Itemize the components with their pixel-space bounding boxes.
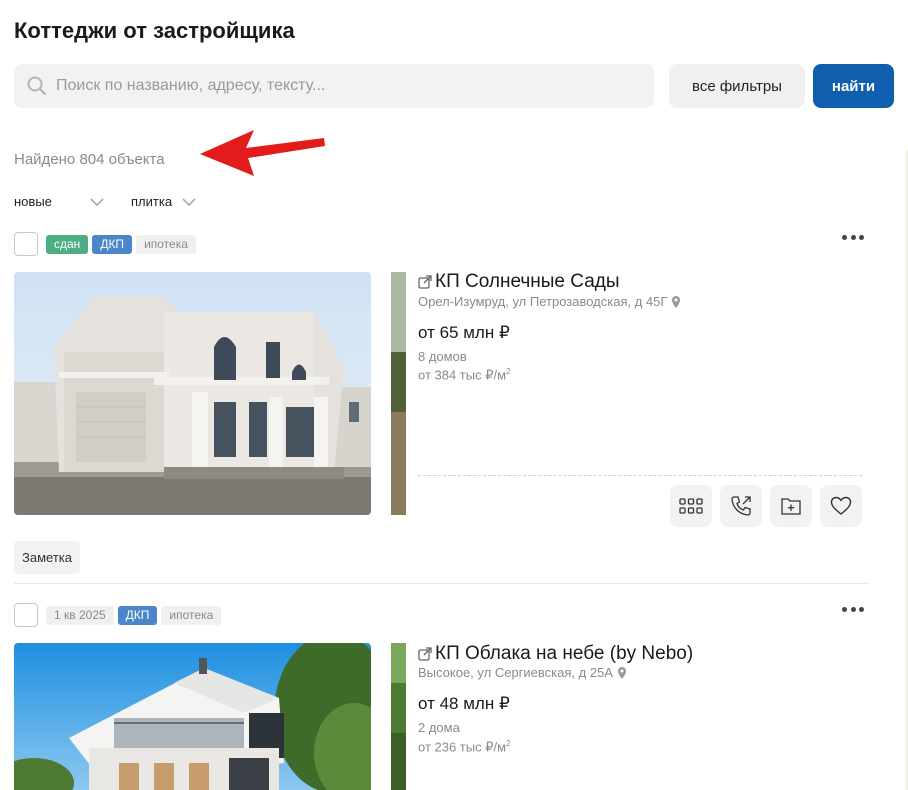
completion-badge: 1 кв 2025 bbox=[46, 605, 114, 625]
search-input[interactable] bbox=[56, 77, 636, 95]
add-to-folder-button[interactable] bbox=[770, 485, 812, 527]
select-checkbox[interactable] bbox=[14, 603, 38, 627]
mortgage-badge: ипотека bbox=[161, 605, 222, 625]
map-pin-icon[interactable] bbox=[617, 666, 627, 680]
listing-separator bbox=[14, 583, 869, 584]
listing-title-text: КП Облака на небе (by Nebo) bbox=[435, 643, 694, 664]
found-count: Найдено 804 объекта bbox=[14, 151, 165, 168]
search-icon bbox=[27, 76, 47, 96]
price-per-m2-text: от 384 тыс ₽/м bbox=[418, 367, 507, 383]
listing-price: от 48 млн ₽ bbox=[418, 694, 510, 713]
view-label: плитка bbox=[131, 194, 173, 209]
deal-badge: ДКП bbox=[92, 234, 133, 254]
listing-price: от 65 млн ₽ bbox=[418, 323, 510, 342]
chevron-down-icon bbox=[182, 198, 196, 206]
favorite-button[interactable] bbox=[820, 485, 862, 527]
status-badge: сдан bbox=[46, 234, 89, 254]
houses-count: 8 домов bbox=[418, 349, 467, 364]
listing-photo-secondary[interactable] bbox=[391, 643, 406, 790]
external-link-icon bbox=[418, 275, 432, 289]
listing-header: сдан ДКП ипотека bbox=[14, 232, 200, 256]
listing-title[interactable]: КП Облака на небе (by Nebo) bbox=[418, 643, 693, 665]
sort-select[interactable]: новые bbox=[14, 194, 104, 209]
price-per-m2: от 384 тыс ₽/м2 bbox=[418, 367, 511, 383]
price-per-m2: от 236 тыс ₽/м2 bbox=[418, 739, 511, 755]
grid-button[interactable] bbox=[670, 485, 712, 527]
listing-photo-secondary[interactable] bbox=[391, 272, 406, 515]
listing-photo[interactable] bbox=[14, 272, 371, 515]
phone-icon bbox=[731, 496, 751, 516]
listing-address: Высокое, ул Сергиевская, д 25А bbox=[418, 665, 627, 680]
price-per-m2-text: от 236 тыс ₽/м bbox=[418, 739, 507, 755]
heart-icon bbox=[830, 496, 852, 515]
listing-photo[interactable] bbox=[14, 643, 371, 790]
more-dots-icon[interactable] bbox=[842, 232, 864, 242]
price-per-m2-sup: 2 bbox=[506, 739, 511, 748]
view-select[interactable]: плитка bbox=[131, 194, 196, 209]
call-button[interactable] bbox=[720, 485, 762, 527]
listing-title-text: КП Солнечные Сады bbox=[435, 271, 620, 292]
houses-count: 2 дома bbox=[418, 720, 460, 735]
price-per-m2-sup: 2 bbox=[506, 367, 511, 376]
address-text: Высокое, ул Сергиевская, д 25А bbox=[418, 665, 613, 680]
listing-title[interactable]: КП Солнечные Сады bbox=[418, 271, 620, 293]
listing-address: Орел-Изумруд, ул Петрозаводская, д 45Г bbox=[418, 294, 681, 309]
map-pin-icon[interactable] bbox=[671, 295, 681, 309]
divider bbox=[418, 475, 862, 476]
external-link-icon bbox=[418, 647, 432, 661]
folder-add-icon bbox=[781, 498, 801, 515]
search-box[interactable] bbox=[14, 64, 654, 108]
note-button[interactable]: Заметка bbox=[14, 541, 80, 574]
more-dots-icon[interactable] bbox=[842, 604, 864, 614]
mortgage-badge: ипотека bbox=[136, 234, 196, 254]
page-title: Коттеджи от застройщика bbox=[14, 18, 295, 43]
chevron-down-icon bbox=[90, 198, 104, 206]
sort-label: новые bbox=[14, 194, 52, 209]
all-filters-button[interactable]: все фильтры bbox=[669, 64, 805, 108]
find-button[interactable]: найти bbox=[813, 64, 894, 108]
listing-header: 1 кв 2025 ДКП ипотека bbox=[14, 603, 225, 627]
grid-icon bbox=[679, 498, 703, 514]
address-text: Орел-Изумруд, ул Петрозаводская, д 45Г bbox=[418, 294, 668, 309]
deal-badge: ДКП bbox=[117, 605, 158, 625]
red-arrow-annotation bbox=[200, 130, 325, 176]
select-checkbox[interactable] bbox=[14, 232, 38, 256]
